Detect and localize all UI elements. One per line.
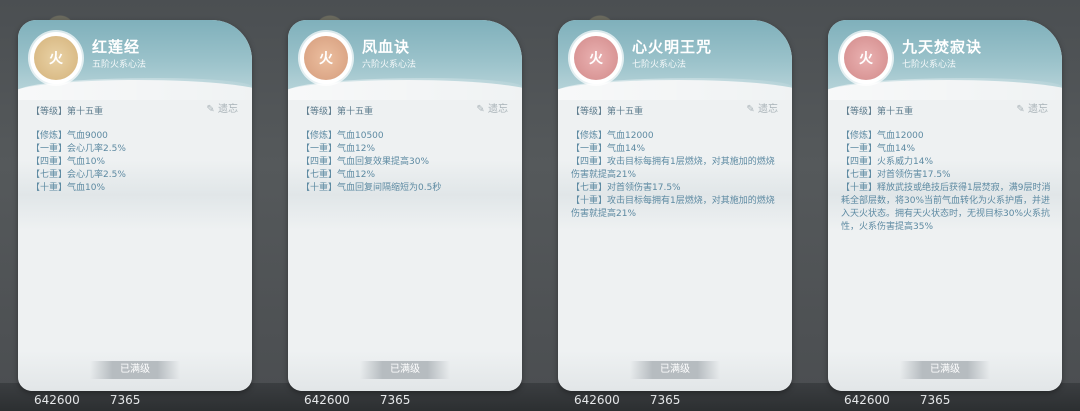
effect-line: 【四重】气血10% [31, 157, 106, 167]
level-label: 【等级】 [31, 107, 68, 117]
forget-label: 遗忘 [218, 104, 238, 115]
fire-element-emblem-icon: 火 [570, 32, 622, 84]
effect-line: 【一重】气血14% [841, 144, 916, 154]
level-row: 【等级】第十五重 [841, 104, 913, 117]
level-row: 【等级】第十五重 [301, 104, 373, 117]
background-stat: 642600 7365 [574, 393, 681, 407]
forget-label: 遗忘 [758, 104, 778, 115]
forget-button[interactable]: ✎ 遗忘 [1016, 100, 1048, 115]
emblem-glyph: 火 [304, 36, 348, 80]
effect-list: 【修炼】气血9000 【一重】会心几率2.5% 【四重】气血10% 【七重】会心… [31, 130, 243, 195]
effect-line: 【七重】对首领伤害17.5% [841, 170, 951, 180]
forget-label: 遗忘 [488, 104, 508, 115]
forget-button[interactable]: ✎ 遗忘 [746, 100, 778, 115]
skill-card-3[interactable]: 火 心火明王咒 七阶火系心法 【等级】第十五重 ✎ 遗忘 【修炼】气血12000… [558, 20, 792, 391]
brush-icon: ✎ [206, 104, 215, 115]
background-stat: 642600 7365 [304, 393, 411, 407]
background-stat: 642600 7365 [34, 393, 141, 407]
max-level-button[interactable]: 已满级 [360, 361, 450, 379]
skill-rank: 六阶火系心法 [362, 60, 417, 70]
level-value: 第十五重 [877, 107, 914, 117]
effect-line: 【一重】会心几率2.5% [31, 144, 126, 154]
skill-name: 九天焚寂诀 [902, 38, 983, 56]
effect-line: 【一重】气血14% [571, 144, 646, 154]
skill-rank: 七阶火系心法 [902, 60, 957, 70]
skill-name: 红莲经 [92, 38, 141, 56]
effect-line: 【修炼】气血9000 [31, 131, 108, 141]
forget-button[interactable]: ✎ 遗忘 [476, 100, 508, 115]
brush-icon: ✎ [1016, 104, 1025, 115]
effect-line: 【七重】气血12% [301, 170, 376, 180]
effect-line: 【十重】气血10% [31, 183, 106, 193]
effect-line: 【四重】气血回复效果提高30% [301, 157, 430, 167]
skill-rank: 五阶火系心法 [92, 60, 147, 70]
effect-line: 【四重】火系威力14% [841, 157, 934, 167]
fire-element-emblem-icon: 火 [840, 32, 892, 84]
effect-line: 【修炼】气血12000 [841, 131, 924, 141]
level-row: 【等级】第十五重 [571, 104, 643, 117]
effect-line: 【十重】攻击目标每拥有1层燃烧，对其施加的燃烧伤害就提高21% [571, 196, 775, 219]
skill-name: 心火明王咒 [632, 38, 713, 56]
max-level-button[interactable]: 已满级 [900, 361, 990, 379]
emblem-glyph: 火 [844, 36, 888, 80]
level-label: 【等级】 [301, 107, 338, 117]
effect-list: 【修炼】气血10500 【一重】气血12% 【四重】气血回复效果提高30% 【七… [301, 130, 513, 195]
skill-card-2[interactable]: 火 凤血诀 六阶火系心法 【等级】第十五重 ✎ 遗忘 【修炼】气血10500 【… [288, 20, 522, 391]
forget-button[interactable]: ✎ 遗忘 [206, 100, 238, 115]
effect-line: 【十重】气血回复间隔缩短为0.5秒 [301, 183, 442, 193]
effect-line: 【修炼】气血10500 [301, 131, 384, 141]
effect-line: 【十重】释放武技或绝技后获得1层焚寂，满9层时消耗全部层数，将30%当前气血转化… [841, 183, 1051, 232]
effect-line: 【七重】对首领伤害17.5% [571, 183, 681, 193]
level-row: 【等级】第十五重 [31, 104, 103, 117]
max-level-button[interactable]: 已满级 [630, 361, 720, 379]
level-value: 第十五重 [607, 107, 644, 117]
background-stat: 642600 7365 [844, 393, 951, 407]
effect-line: 【七重】会心几率2.5% [31, 170, 126, 180]
level-value: 第十五重 [337, 107, 374, 117]
skill-name: 凤血诀 [362, 38, 411, 56]
skill-card-1[interactable]: 火 红莲经 五阶火系心法 【等级】第十五重 ✎ 遗忘 【修炼】气血9000 【一… [18, 20, 252, 391]
fire-element-emblem-icon: 火 [30, 32, 82, 84]
effect-line: 【一重】气血12% [301, 144, 376, 154]
skill-card-4[interactable]: 火 九天焚寂诀 七阶火系心法 【等级】第十五重 ✎ 遗忘 【修炼】气血12000… [828, 20, 1062, 391]
effect-line: 【修炼】气血12000 [571, 131, 654, 141]
level-value: 第十五重 [67, 107, 104, 117]
effect-line: 【四重】攻击目标每拥有1层燃烧，对其施加的燃烧伤害就提高21% [571, 157, 775, 180]
emblem-glyph: 火 [574, 36, 618, 80]
effect-list: 【修炼】气血12000 【一重】气血14% 【四重】攻击目标每拥有1层燃烧，对其… [571, 130, 783, 221]
level-label: 【等级】 [571, 107, 608, 117]
brush-icon: ✎ [746, 104, 755, 115]
effect-list: 【修炼】气血12000 【一重】气血14% 【四重】火系威力14% 【七重】对首… [841, 130, 1053, 234]
emblem-glyph: 火 [34, 36, 78, 80]
max-level-button[interactable]: 已满级 [90, 361, 180, 379]
level-label: 【等级】 [841, 107, 878, 117]
brush-icon: ✎ [476, 104, 485, 115]
forget-label: 遗忘 [1028, 104, 1048, 115]
fire-element-emblem-icon: 火 [300, 32, 352, 84]
skill-rank: 七阶火系心法 [632, 60, 687, 70]
